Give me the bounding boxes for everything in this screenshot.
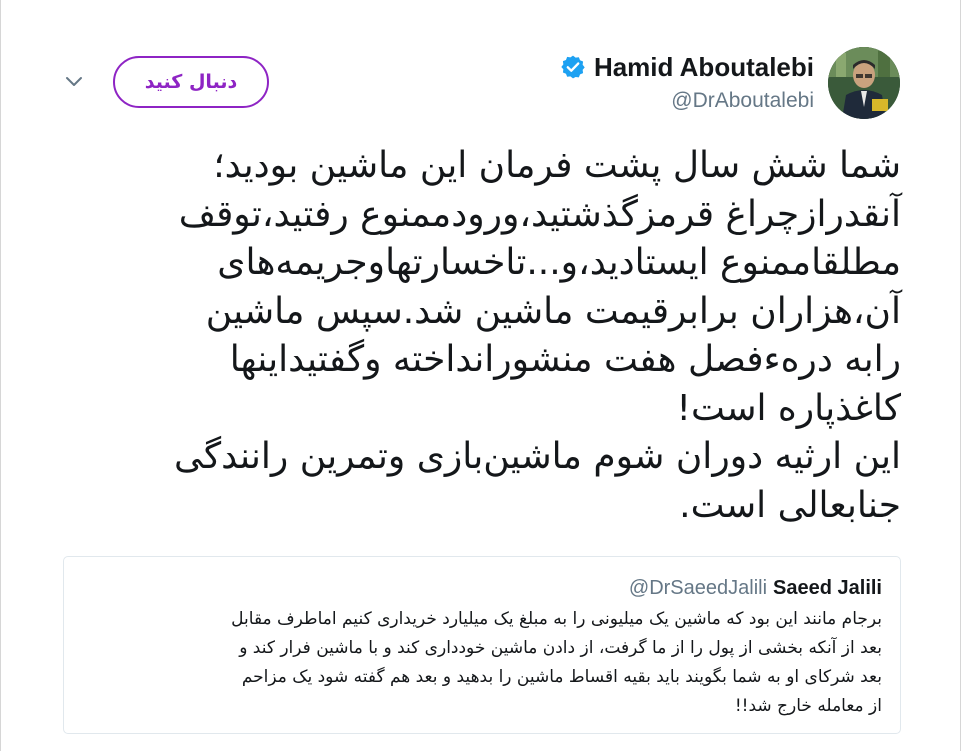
tweet-text: شما شش سال پشت فرمان این ماشین بودید؛ آن… [61,142,901,530]
avatar[interactable] [828,47,900,119]
quoted-tweet-header: @DrSaeedJalili Saeed Jalili [629,577,882,600]
quoted-tweet-text: برجام مانند این بود که ماشین یک میلیونی … [62,605,882,721]
tweet-text-line: آن،هزاران برابرقیمت ماشین شد.سپس ماشین [205,290,901,332]
quoted-author-handle: @DrSaeedJalili [628,577,768,599]
quoted-text-line: بعد شرکای او به شما بگویند باید بقیه اقس… [241,667,882,687]
quoted-tweet[interactable]: @DrSaeedJalili Saeed Jalili برجام مانند … [63,556,901,734]
quoted-author-name: Saeed Jalili [773,577,882,599]
tweet-text-line: جنابعالی است. [679,484,901,526]
author-handle[interactable]: @DrAboutalebi [671,89,814,113]
tweet-text-line: مطلقاممنوع ایستادید،و...تاخسارتهاوجریمه‌… [217,242,901,283]
avatar-photo [828,47,900,119]
quoted-text-line: برجام مانند این بود که ماشین یک میلیونی … [231,609,882,629]
tweet-text-line: این ارثیه دوران شوم ماشین‌بازی وتمرین را… [174,436,901,477]
follow-button[interactable]: دنبال کنید [113,56,269,108]
tweet-text-line: رابه دره‌ءفصل هفت منشورانداخته وگفتیداین… [229,339,901,380]
quoted-text-line: بعد از آنکه بخشی از پول را از ما گرفت، ا… [239,638,882,658]
tweet-text-line: آنقدرازچراغ قرمزگذشتید،ورودممنوع رفتید،ت… [178,193,901,235]
author-display-name: Hamid Aboutalebi [593,51,814,82]
author-name-row[interactable]: Hamid Aboutalebi [560,50,814,84]
tweet-header: Hamid Aboutalebi @DrAboutalebi دنبال کنی… [1,0,962,130]
tweet-card: Hamid Aboutalebi @DrAboutalebi دنبال کنی… [0,0,961,751]
tweet-text-line: شما شش سال پشت فرمان این ماشین بودید؛ [213,145,901,186]
tweet-text-line: کاغذپاره است! [676,387,901,429]
chevron-down-icon[interactable] [63,70,85,92]
verified-badge-icon [561,55,585,79]
quoted-text-line: از معامله خارج شد!! [734,696,882,716]
